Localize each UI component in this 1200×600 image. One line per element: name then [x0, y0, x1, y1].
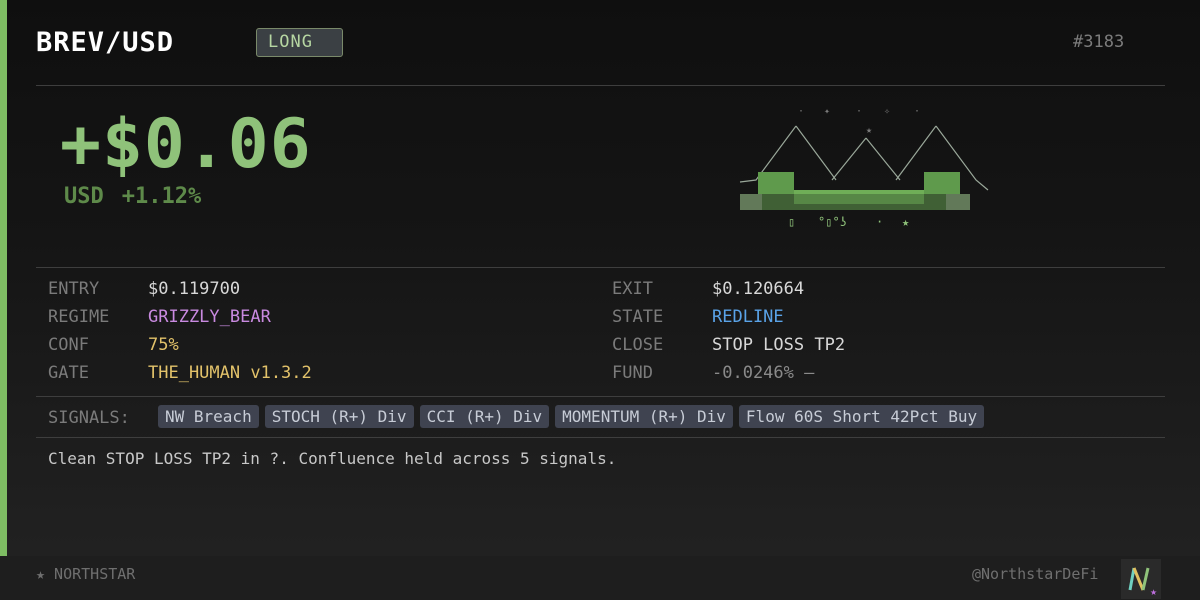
svg-text:·: · — [914, 106, 920, 117]
svg-text:✦: ✦ — [824, 106, 830, 117]
close-label: CLOSE — [612, 335, 664, 355]
signal-chip-list: NW Breach STOCH (R+) Div CCI (R+) Div MO… — [158, 405, 985, 428]
pnl-percent: +1.12% — [121, 184, 202, 209]
signal-chip: STOCH (R+) Div — [264, 405, 414, 428]
signal-chip: MOMENTUM (R+) Div — [555, 405, 733, 428]
signal-chip: Flow 60S Short 42Pct Buy — [738, 405, 985, 428]
regime-value: GRIZZLY_BEAR — [148, 307, 271, 327]
side-badge: LONG — [256, 28, 343, 57]
svg-text:·: · — [798, 106, 804, 117]
state-label: STATE — [612, 307, 664, 327]
trading-pair: BREV/USD — [36, 27, 175, 58]
pnl-currency: USD — [64, 184, 104, 209]
conf-value: 75% — [148, 335, 179, 355]
gate-value: THE_HUMAN v1.3.2 — [148, 363, 312, 383]
divider — [36, 437, 1165, 438]
exit-label: EXIT — [612, 279, 653, 299]
close-value: STOP LOSS TP2 — [712, 335, 846, 355]
exit-value: $0.120664 — [712, 279, 805, 299]
svg-text:★: ★ — [866, 125, 872, 136]
northstar-logo-icon: ★ — [1121, 559, 1161, 599]
pnl-amount: +$0.06 — [60, 105, 312, 184]
trade-summary: Clean STOP LOSS TP2 in ?. Confluence hel… — [48, 449, 617, 468]
mountain-art-illustration: · ✦ · ✧ · ★ ▯ °▯°ʖ · ★ — [739, 106, 989, 229]
svg-text:▯: ▯ — [788, 215, 795, 229]
divider — [36, 396, 1165, 397]
entry-label: ENTRY — [48, 279, 100, 299]
trade-id: #3183 — [1073, 32, 1125, 52]
regime-label: REGIME — [48, 307, 110, 327]
svg-text:·: · — [856, 106, 862, 117]
svg-text:★: ★ — [1150, 588, 1157, 597]
brand-name: ★ NORTHSTAR — [36, 565, 136, 583]
svg-text:·: · — [876, 215, 883, 229]
svg-text:°▯°ʖ: °▯°ʖ — [818, 215, 847, 229]
entry-value: $0.119700 — [148, 279, 241, 299]
accent-bar — [0, 0, 7, 556]
signal-chip: CCI (R+) Div — [419, 405, 550, 428]
fund-label: FUND — [612, 363, 653, 383]
svg-text:✧: ✧ — [884, 106, 890, 117]
gate-label: GATE — [48, 363, 89, 383]
pnl-subline: USD +1.12% — [64, 184, 201, 209]
social-handle: @NorthstarDeFi — [972, 565, 1099, 583]
state-value: REDLINE — [712, 307, 784, 327]
signals-label: SIGNALS: — [48, 408, 130, 428]
fund-value: -0.0246% — — [712, 363, 815, 383]
conf-label: CONF — [48, 335, 89, 355]
signal-chip: NW Breach — [158, 405, 259, 428]
svg-text:★: ★ — [902, 215, 909, 229]
divider — [36, 85, 1165, 86]
divider — [36, 267, 1165, 268]
